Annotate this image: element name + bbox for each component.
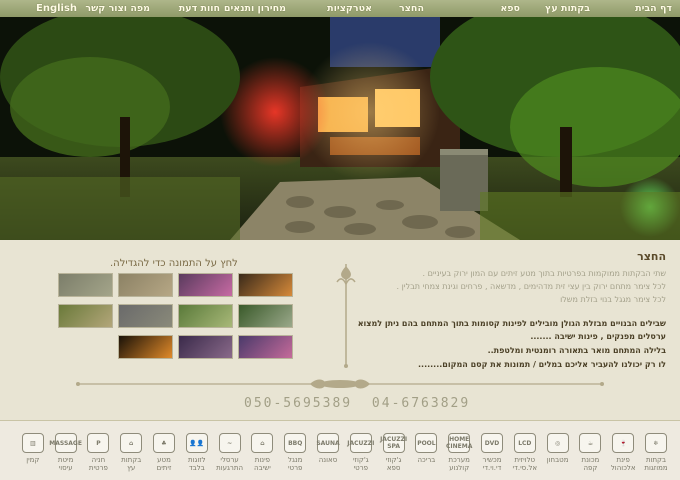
seating-icon: ⌂ <box>251 433 274 453</box>
pool-icon: POOL <box>415 433 438 453</box>
amenity-item: MASSAGE מיטת עיסוי <box>48 433 84 472</box>
amenity-label: בקתות עץ <box>121 456 142 472</box>
amenity-item: ☕ מכונת קפה <box>572 433 608 472</box>
amenity-label: פינות ישיבה <box>254 456 271 472</box>
jacuzzi-spa-icon: JACUZZI SPA <box>380 433 407 453</box>
amenity-label: מטבחון <box>546 456 569 464</box>
intro-line-2: לכל צימר מתחם ירוק בין עצי זית מדהימים ,… <box>396 282 666 291</box>
amenity-label: מכשיר די.וי.די <box>482 456 502 472</box>
massage-icon: MASSAGE <box>49 433 82 453</box>
nav-attractions[interactable]: אטרקציות <box>327 3 372 14</box>
dvd-icon: DVD <box>481 433 503 453</box>
amenity-label: מיטת עיסוי <box>57 456 74 472</box>
gallery-thumb[interactable] <box>238 335 293 359</box>
gallery-thumb[interactable] <box>58 304 113 328</box>
amenities-bar: ❄ בקתות ממוזגות 🍷 פינת אלכוהול ☕ מכונת קפה ◎ מט… <box>0 420 680 480</box>
jacuzzi-icon: JACUZZI <box>347 433 374 453</box>
hero-photo <box>0 17 680 240</box>
amenity-label: ערסלי התרגעות <box>216 456 244 472</box>
amenity-item: ❄ בקתות ממוזגות <box>638 433 674 472</box>
parking-icon: P <box>87 433 110 453</box>
amenity-label: בריכה <box>417 456 436 464</box>
gallery-thumb[interactable] <box>178 273 233 297</box>
amenity-label: קמין <box>26 456 40 464</box>
ornament-divider-vertical <box>336 264 356 368</box>
amenity-item: ~ ערסלי התרגעות <box>212 433 248 472</box>
gallery-thumb[interactable] <box>118 335 173 359</box>
amenity-item: 👤👤 לזוגות בלבד <box>179 433 215 472</box>
gallery-thumb[interactable] <box>178 335 233 359</box>
lcd-icon: LCD <box>513 433 536 453</box>
amenity-item: ⌂ בקתות עץ <box>113 433 149 472</box>
top-nav: דף הבית בקתות עץ ספא החצר אטרקציות מחירו… <box>0 0 680 17</box>
olive-grove-icon: ♣ <box>153 433 175 453</box>
amenity-item: BBQ מנגל פרטי <box>277 433 313 472</box>
amenity-item: POOL בריכה <box>408 433 444 464</box>
amenity-label: ג'קוזי פרטי <box>352 456 369 472</box>
amenity-item: SAUNA סאונה <box>310 433 346 464</box>
fireplace-icon: ▥ <box>21 433 44 453</box>
hammock-icon: ~ <box>218 433 241 453</box>
nav-wood-cabins[interactable]: בקתות עץ <box>545 3 590 14</box>
amenity-label: סאונה <box>318 456 338 464</box>
amenity-item: DVD מכשיר די.וי.די <box>474 433 510 472</box>
phone-landline: 04-6763829 <box>371 396 471 411</box>
amenity-label: מערכת קולנוע <box>448 456 470 472</box>
amenity-item: P חניה פרטית <box>80 433 116 472</box>
nav-prices[interactable]: מחירון ותנאים <box>224 3 286 14</box>
amenity-item: JACUZZI SPA ג'קוזי ספא <box>376 433 412 472</box>
amenity-label: פינת אלכוהול <box>610 456 636 472</box>
detail-line-4: לו רק יכולנו להעביר אליכם במלים / תמונות… <box>417 360 666 369</box>
amenity-item: HOME CINEMA מערכת קולנוע <box>441 433 477 472</box>
gallery-thumb[interactable] <box>238 273 293 297</box>
gallery-caption: לחץ על התמונה כדי להגדילה. <box>110 258 238 269</box>
detail-line-3: בלילה המתחם מואר בתאורה רומנטית ומלטפת.. <box>487 346 666 355</box>
amenity-label: מנגל פרטי <box>287 456 303 472</box>
nav-reviews[interactable]: חוות דעת <box>179 3 220 14</box>
wine-glass-icon: 🍷 <box>612 433 635 453</box>
sauna-icon: SAUNA <box>316 433 340 453</box>
amenity-item: 🍷 פינת אלכוהול <box>605 433 641 472</box>
detail-line-2: ערסלים מפנקים , פינות ישיבה ....... <box>530 332 666 341</box>
nav-yard[interactable]: החצר <box>399 3 424 14</box>
nav-map-contact[interactable]: מפה וצור קשר <box>85 3 150 14</box>
snowflake-icon: ❄ <box>645 433 667 453</box>
gallery-thumb[interactable] <box>118 273 173 297</box>
nav-spa[interactable]: ספא <box>500 3 520 14</box>
page-title: החצר <box>637 250 666 263</box>
nav-home[interactable]: דף הבית <box>635 3 672 14</box>
gallery-thumb[interactable] <box>118 304 173 328</box>
amenity-item: LCD טלויזית אל.סי.די <box>507 433 543 472</box>
intro-line-1: שתי הבקתות ממוקמות בפרטיות בתוך מטע זיתי… <box>422 269 666 278</box>
amenity-label: חניה פרטית <box>88 456 108 472</box>
amenity-label: מכונת קפה <box>581 456 600 472</box>
amenity-label: לזוגות בלבד <box>187 456 206 472</box>
amenity-label: מטע זיתים <box>156 456 172 472</box>
amenity-item: JACUZZI ג'קוזי פרטי <box>343 433 379 472</box>
kitchen-icon: ◎ <box>546 433 569 453</box>
gallery-thumb[interactable] <box>238 304 293 328</box>
phone-mobile: 050-5695389 <box>244 396 353 411</box>
amenity-label: טלויזית אל.סי.די <box>512 456 538 472</box>
amenity-label: ג'קוזי ספא <box>385 456 402 472</box>
home-cinema-icon: HOME CINEMA <box>446 433 472 453</box>
amenity-item: ▥ קמין <box>15 433 51 464</box>
detail-line-1: שבילים הבנויים מבזלת הגולן מובילים לפינו… <box>357 319 666 328</box>
gallery-thumb[interactable] <box>178 304 233 328</box>
ornament-divider-horizontal <box>76 379 604 389</box>
couples-icon: 👤👤 <box>185 433 208 453</box>
amenity-item: ◎ מטבחון <box>540 433 576 464</box>
gallery-thumb[interactable] <box>58 273 113 297</box>
contact-phones: 050-5695389 04-6763829 <box>244 396 480 411</box>
amenity-item: ♣ מטע זיתים <box>146 433 182 472</box>
amenity-label: בקתות ממוזגות <box>644 456 668 472</box>
wood-cabin-icon: ⌂ <box>120 433 143 453</box>
coffee-cup-icon: ☕ <box>579 433 602 453</box>
bbq-icon: BBQ <box>284 433 307 453</box>
amenity-item: ⌂ פינות ישיבה <box>244 433 280 472</box>
nav-english[interactable]: English <box>36 3 77 14</box>
intro-line-3: לכל צימר מגגל בנוי בזלת משלו <box>560 295 666 304</box>
